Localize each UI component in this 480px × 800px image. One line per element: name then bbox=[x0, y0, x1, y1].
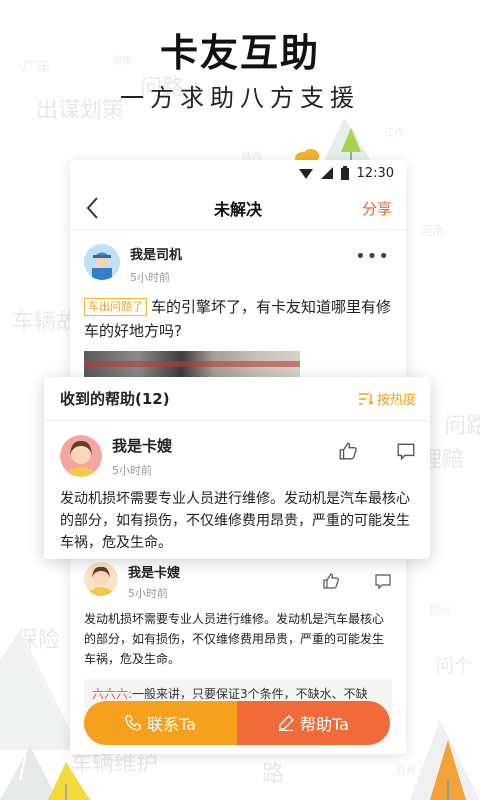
sort-by-popularity-button[interactable]: 按热度 bbox=[358, 389, 416, 408]
signal-icon bbox=[320, 167, 333, 179]
phone-icon bbox=[125, 715, 141, 731]
reply-content: 发动机损坏需要专业人员进行维修。发动机是汽车最核心的部分，如有损伤，不仅维修费用… bbox=[60, 491, 410, 551]
post-username[interactable]: 我是司机 bbox=[130, 244, 182, 263]
reply-item: 我是卡嫂 5小时前 发动机损坏需要专业人员进行维修。发动机是汽车最核心的部分，如… bbox=[70, 562, 406, 715]
back-icon[interactable] bbox=[82, 194, 106, 222]
reply-username[interactable]: 我是卡嫂 bbox=[128, 562, 180, 581]
status-bar: 12:30 bbox=[70, 160, 406, 186]
share-button[interactable]: 分享 bbox=[362, 198, 392, 219]
edit-icon bbox=[279, 715, 294, 731]
reply-username[interactable]: 我是卡嫂 bbox=[112, 435, 172, 456]
status-time: 12:30 bbox=[356, 165, 394, 181]
action-bar: 联系Ta 帮助Ta bbox=[84, 701, 390, 745]
wifi-icon bbox=[298, 169, 313, 179]
reply-item: 我是卡嫂 5小时前 发动机损坏需要专业人员进行维修。发动机是汽车最核心的部分，如… bbox=[44, 421, 430, 554]
nav-bar: 未解决 分享 bbox=[70, 186, 406, 230]
nav-title: 未解决 bbox=[213, 199, 262, 219]
helper-avatar[interactable] bbox=[84, 562, 118, 596]
reply-time: 5小时前 bbox=[112, 464, 152, 477]
help-title: 收到的帮助(12) bbox=[60, 390, 170, 408]
post: 我是司机 5小时前 ••• 车出问题了 车的引擎坏了，有卡友知道哪里有修车的好地方… bbox=[70, 230, 406, 391]
driver-avatar[interactable] bbox=[84, 244, 120, 280]
bg-word: 问个 bbox=[436, 656, 472, 677]
mountain-decoration bbox=[0, 630, 80, 750]
bg-word: 江西 bbox=[384, 128, 404, 139]
post-time: 5小时前 bbox=[130, 271, 170, 284]
sort-label: 按热度 bbox=[376, 393, 416, 408]
headline: 卡友互助 bbox=[159, 31, 320, 75]
contact-label: 联系Ta bbox=[147, 715, 196, 734]
help-label: 帮助Ta bbox=[300, 715, 349, 734]
subline: 一方求助八方支援 bbox=[120, 84, 360, 112]
help-card: 收到的帮助(12) 按热度 我是卡嫂 5小时前 发动机损坏需要专业人员进行维修。… bbox=[44, 377, 430, 559]
mountain-decoration bbox=[410, 720, 480, 800]
bg-word: 河南 bbox=[420, 224, 445, 238]
help-button[interactable]: 帮助Ta bbox=[237, 701, 390, 745]
bg-word: 四川 bbox=[430, 606, 450, 617]
sort-icon bbox=[358, 392, 373, 405]
reply-content: 发动机损坏需要专业人员进行维修。发动机是汽车最核心的部分，如有损伤，不仅维修费用… bbox=[84, 612, 385, 666]
bg-word: 问路 bbox=[444, 414, 480, 439]
contact-button[interactable]: 联系Ta bbox=[84, 701, 237, 745]
post-tag[interactable]: 车出问题了 bbox=[84, 298, 147, 316]
like-icon[interactable] bbox=[338, 441, 358, 461]
battery-icon bbox=[340, 166, 349, 180]
bg-word: 路 bbox=[262, 762, 285, 787]
more-options-icon[interactable]: ••• bbox=[355, 246, 390, 267]
comment-icon[interactable] bbox=[374, 572, 392, 590]
like-icon[interactable] bbox=[322, 572, 340, 590]
post-content: 车出问题了 车的引擎坏了，有卡友知道哪里有修车的好地方吗? bbox=[84, 295, 392, 343]
helper-avatar[interactable] bbox=[60, 435, 102, 477]
quote-username: 六六六: bbox=[92, 687, 133, 701]
comment-icon[interactable] bbox=[396, 441, 416, 461]
reply-time: 5小时前 bbox=[128, 587, 168, 600]
